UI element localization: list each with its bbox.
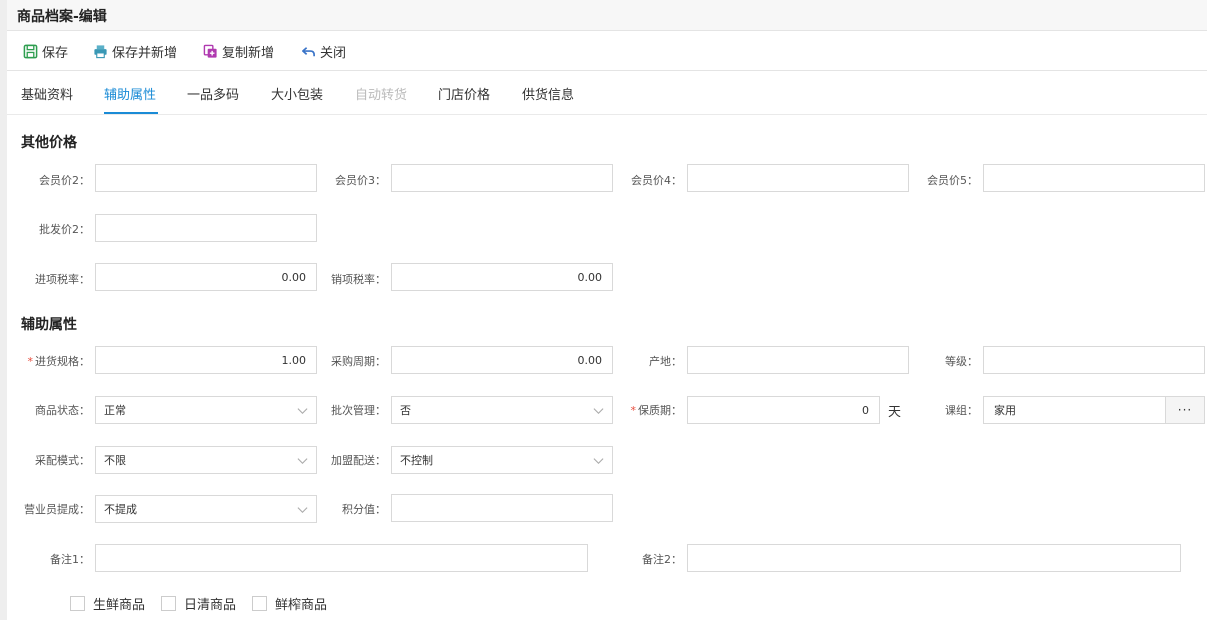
checkbox-daily-clear-goods[interactable]: 日清商品 xyxy=(161,594,236,613)
product-status-value: 正常 xyxy=(104,404,126,417)
tab-store-price[interactable]: 门店价格 xyxy=(438,84,490,103)
shelf-life-input[interactable]: 0 xyxy=(687,396,880,424)
chevron-down-icon xyxy=(593,458,604,465)
wholesale-price2-label: 批发价2： xyxy=(39,223,90,236)
save-label: 保存 xyxy=(42,45,69,61)
member-price3-label: 会员价3： xyxy=(335,174,386,187)
tab-auto-transfer: 自动转货 xyxy=(355,88,408,103)
course-group-label: 课组： xyxy=(945,404,978,417)
member-price5-label: 会员价5： xyxy=(927,174,978,187)
output-tax-input[interactable]: 0.00 xyxy=(391,263,613,291)
input-tax-label: 进项税率： xyxy=(35,273,90,286)
franchise-delivery-label: 加盟配送： xyxy=(331,454,386,467)
undo-arrow-icon xyxy=(302,46,315,56)
checkbox-label: 生鲜商品 xyxy=(93,598,146,613)
save-and-new-label: 保存并新增 xyxy=(112,45,178,61)
printer-icon xyxy=(94,44,107,58)
section-other-prices: 其他价格 xyxy=(21,135,77,151)
franchise-delivery-select[interactable]: 不控制 xyxy=(391,446,613,474)
remark2-input[interactable] xyxy=(687,544,1181,572)
grade-label: 等级： xyxy=(945,355,978,368)
franchise-delivery-value: 不控制 xyxy=(400,454,433,467)
distribution-mode-value: 不限 xyxy=(104,454,126,467)
tab-multi-barcode[interactable]: 一品多码 xyxy=(187,84,239,103)
member-price5-input[interactable] xyxy=(983,164,1205,192)
member-price2-label: 会员价2： xyxy=(39,174,90,187)
origin-label: 产地： xyxy=(649,355,682,368)
tab-supply-info[interactable]: 供货信息 xyxy=(522,84,574,103)
save-button[interactable]: 保存 xyxy=(23,41,68,61)
product-status-label: 商品状态： xyxy=(35,404,90,417)
course-group-picker-button[interactable]: ··· xyxy=(1165,396,1205,424)
purchase-cycle-label: 采购周期： xyxy=(331,355,386,368)
purchase-cycle-input[interactable]: 0.00 xyxy=(391,346,613,374)
title-bar: 商品档案-编辑 xyxy=(7,0,1207,31)
close-label: 关闭 xyxy=(320,45,347,61)
app-window: 商品档案-编辑 保存 保存并新增 复制新增 关闭 基础资料 辅助属性 一品多码 … xyxy=(0,0,1207,620)
salesperson-commission-select[interactable]: 不提成 xyxy=(95,495,317,523)
remark1-label: 备注1： xyxy=(50,553,90,566)
active-tab-indicator xyxy=(104,112,158,114)
origin-input[interactable] xyxy=(687,346,909,374)
purchase-spec-label-text: 进货规格： xyxy=(35,355,90,368)
tab-packaging[interactable]: 大小包装 xyxy=(271,84,323,103)
left-edge-border xyxy=(0,0,7,620)
batch-mgmt-select[interactable]: 否 xyxy=(391,396,613,424)
tab-bar: 基础资料 辅助属性 一品多码 大小包装 自动转货 门店价格 供货信息 xyxy=(7,71,1207,115)
points-input[interactable] xyxy=(391,494,613,522)
required-marker: * xyxy=(630,404,637,417)
window-title: 商品档案-编辑 xyxy=(17,9,107,25)
checkbox-label: 日清商品 xyxy=(184,598,237,613)
save-icon xyxy=(23,44,38,58)
distribution-mode-label: 采配模式： xyxy=(35,454,90,467)
points-label: 积分值： xyxy=(342,503,386,516)
member-price4-input[interactable] xyxy=(687,164,909,192)
checkbox-fresh-goods[interactable]: 生鲜商品 xyxy=(70,594,145,613)
checkbox-box[interactable] xyxy=(70,596,85,611)
salesperson-commission-label: 营业员提成： xyxy=(24,503,90,516)
batch-mgmt-value: 否 xyxy=(400,404,411,417)
grade-input[interactable] xyxy=(983,346,1205,374)
checkbox-box[interactable] xyxy=(252,596,267,611)
purchase-spec-label: * 进货规格： xyxy=(10,353,91,369)
remark1-input[interactable] xyxy=(95,544,588,572)
purchase-spec-input[interactable]: 1.00 xyxy=(95,346,317,374)
batch-mgmt-label: 批次管理： xyxy=(331,404,386,417)
close-button[interactable]: 关闭 xyxy=(301,41,346,61)
copy-new-button[interactable]: 复制新增 xyxy=(203,41,274,61)
input-tax-input[interactable]: 0.00 xyxy=(95,263,317,291)
member-price2-input[interactable] xyxy=(95,164,317,192)
checkbox-fresh-squeezed-goods[interactable]: 鲜榨商品 xyxy=(252,594,327,613)
tab-basic-info[interactable]: 基础资料 xyxy=(21,84,73,103)
wholesale-price2-input[interactable] xyxy=(95,214,317,242)
output-tax-label: 销项税率： xyxy=(331,273,386,286)
member-price4-label: 会员价4： xyxy=(631,174,682,187)
checkbox-box[interactable] xyxy=(161,596,176,611)
section-aux-attrs: 辅助属性 xyxy=(21,317,77,333)
save-and-new-button[interactable]: 保存并新增 xyxy=(93,41,177,61)
required-marker: * xyxy=(27,355,34,368)
copy-new-label: 复制新增 xyxy=(222,45,275,61)
product-status-select[interactable]: 正常 xyxy=(95,396,317,424)
member-price3-input[interactable] xyxy=(391,164,613,192)
salesperson-commission-value: 不提成 xyxy=(104,503,137,516)
shelf-life-label: * 保质期： xyxy=(602,402,683,418)
course-group-input[interactable]: 家用 xyxy=(983,396,1166,424)
copy-add-icon xyxy=(203,44,217,58)
tab-aux-attrs[interactable]: 辅助属性 xyxy=(104,84,156,103)
checkbox-label: 鲜榨商品 xyxy=(275,598,328,613)
shelf-life-label-text: 保质期： xyxy=(638,404,682,417)
distribution-mode-select[interactable]: 不限 xyxy=(95,446,317,474)
remark2-label: 备注2： xyxy=(642,553,682,566)
toolbar: 保存 保存并新增 复制新增 关闭 xyxy=(7,31,1207,71)
